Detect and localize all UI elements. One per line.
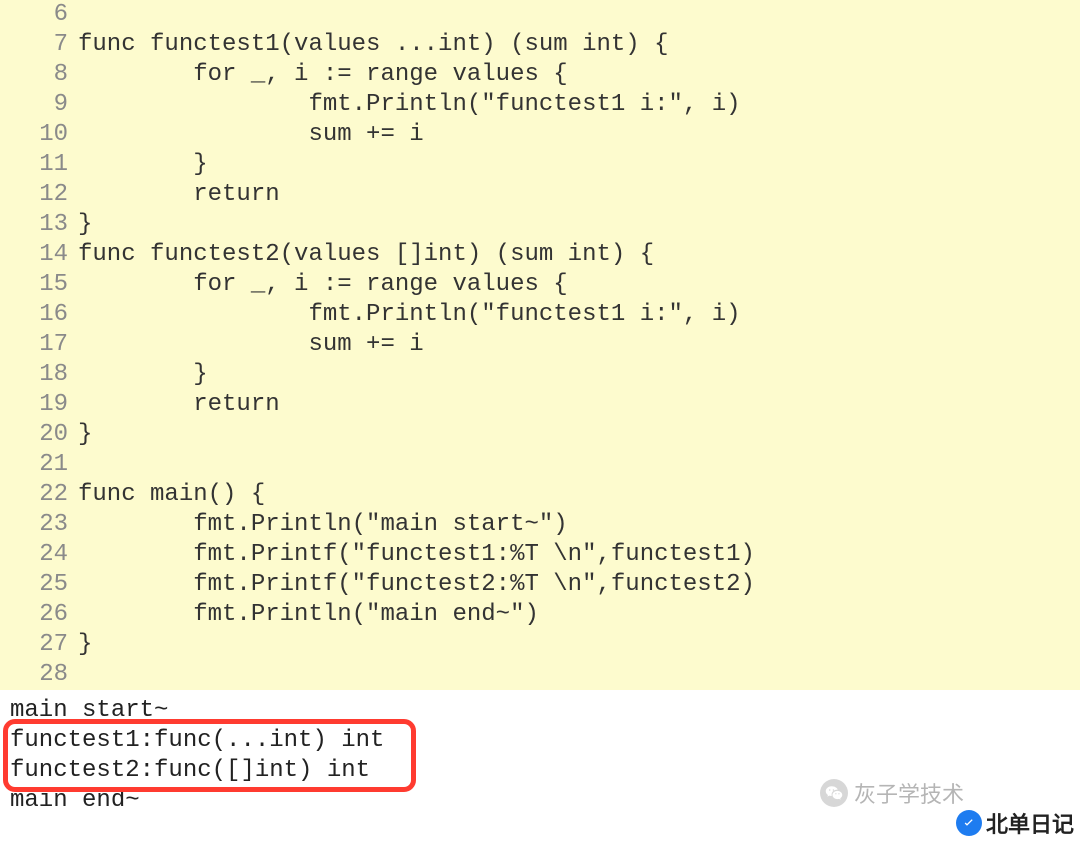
code-text: fmt.Printf("functest1:%T \n",functest1): [78, 540, 755, 570]
line-number: 15: [0, 270, 78, 300]
code-line: 6: [0, 0, 1080, 30]
line-number: 28: [0, 660, 78, 690]
code-text: return: [78, 180, 280, 210]
line-number: 21: [0, 450, 78, 480]
code-line: 14func functest2(values []int) (sum int)…: [0, 240, 1080, 270]
line-number: 27: [0, 630, 78, 660]
code-line: 25 fmt.Printf("functest2:%T \n",functest…: [0, 570, 1080, 600]
watermark-brand-text: 北单日记: [986, 807, 1074, 839]
code-line: 15 for _, i := range values {: [0, 270, 1080, 300]
code-line: 17 sum += i: [0, 330, 1080, 360]
line-number: 24: [0, 540, 78, 570]
code-text: sum += i: [78, 330, 424, 360]
line-number: 17: [0, 330, 78, 360]
code-line: 27}: [0, 630, 1080, 660]
line-number: 20: [0, 420, 78, 450]
watermark-brand: 北单日记: [956, 807, 1074, 839]
code-editor: 67func functest1(values ...int) (sum int…: [0, 0, 1080, 690]
code-text: func functest1(values ...int) (sum int) …: [78, 30, 669, 60]
line-number: 23: [0, 510, 78, 540]
wechat-icon: [820, 779, 848, 807]
code-line: 28: [0, 660, 1080, 690]
line-number: 22: [0, 480, 78, 510]
line-number: 8: [0, 60, 78, 90]
line-number: 26: [0, 600, 78, 630]
code-text: sum += i: [78, 120, 424, 150]
watermark-wechat-text: 灰子学技术: [854, 777, 964, 809]
line-number: 11: [0, 150, 78, 180]
code-line: 18 }: [0, 360, 1080, 390]
code-line: 16 fmt.Println("functest1 i:", i): [0, 300, 1080, 330]
code-text: for _, i := range values {: [78, 60, 568, 90]
code-line: 26 fmt.Println("main end~"): [0, 600, 1080, 630]
code-line: 10 sum += i: [0, 120, 1080, 150]
code-line: 23 fmt.Println("main start~"): [0, 510, 1080, 540]
code-text: fmt.Println("functest1 i:", i): [78, 90, 741, 120]
code-line: 8 for _, i := range values {: [0, 60, 1080, 90]
code-line: 7func functest1(values ...int) (sum int)…: [0, 30, 1080, 60]
code-line: 21: [0, 450, 1080, 480]
code-text: }: [78, 150, 208, 180]
code-text: func main() {: [78, 480, 265, 510]
line-number: 14: [0, 240, 78, 270]
code-line: 22func main() {: [0, 480, 1080, 510]
code-line: 13}: [0, 210, 1080, 240]
code-line: 24 fmt.Printf("functest1:%T \n",functest…: [0, 540, 1080, 570]
code-text: fmt.Printf("functest2:%T \n",functest2): [78, 570, 755, 600]
code-text: }: [78, 630, 92, 660]
line-number: 16: [0, 300, 78, 330]
code-line: 12 return: [0, 180, 1080, 210]
code-line: 9 fmt.Println("functest1 i:", i): [0, 90, 1080, 120]
line-number: 19: [0, 390, 78, 420]
line-number: 25: [0, 570, 78, 600]
code-text: return: [78, 390, 280, 420]
line-number: 7: [0, 30, 78, 60]
code-text: for _, i := range values {: [78, 270, 568, 300]
line-number: 9: [0, 90, 78, 120]
line-number: 12: [0, 180, 78, 210]
code-line: 11 }: [0, 150, 1080, 180]
check-circle-icon: [956, 810, 982, 836]
code-line: 19 return: [0, 390, 1080, 420]
line-number: 6: [0, 0, 78, 30]
line-number: 13: [0, 210, 78, 240]
watermark-wechat: 灰子学技术: [820, 777, 964, 809]
code-text: fmt.Println("functest1 i:", i): [78, 300, 741, 330]
code-text: }: [78, 210, 92, 240]
code-text: fmt.Println("main end~"): [78, 600, 539, 630]
output-line: functest1:func(...int) int: [10, 726, 1080, 756]
output-line: main start~: [10, 696, 1080, 726]
code-text: }: [78, 420, 92, 450]
code-text: fmt.Println("main start~"): [78, 510, 568, 540]
code-text: func functest2(values []int) (sum int) {: [78, 240, 654, 270]
line-number: 10: [0, 120, 78, 150]
line-number: 18: [0, 360, 78, 390]
code-line: 20}: [0, 420, 1080, 450]
code-text: }: [78, 360, 208, 390]
